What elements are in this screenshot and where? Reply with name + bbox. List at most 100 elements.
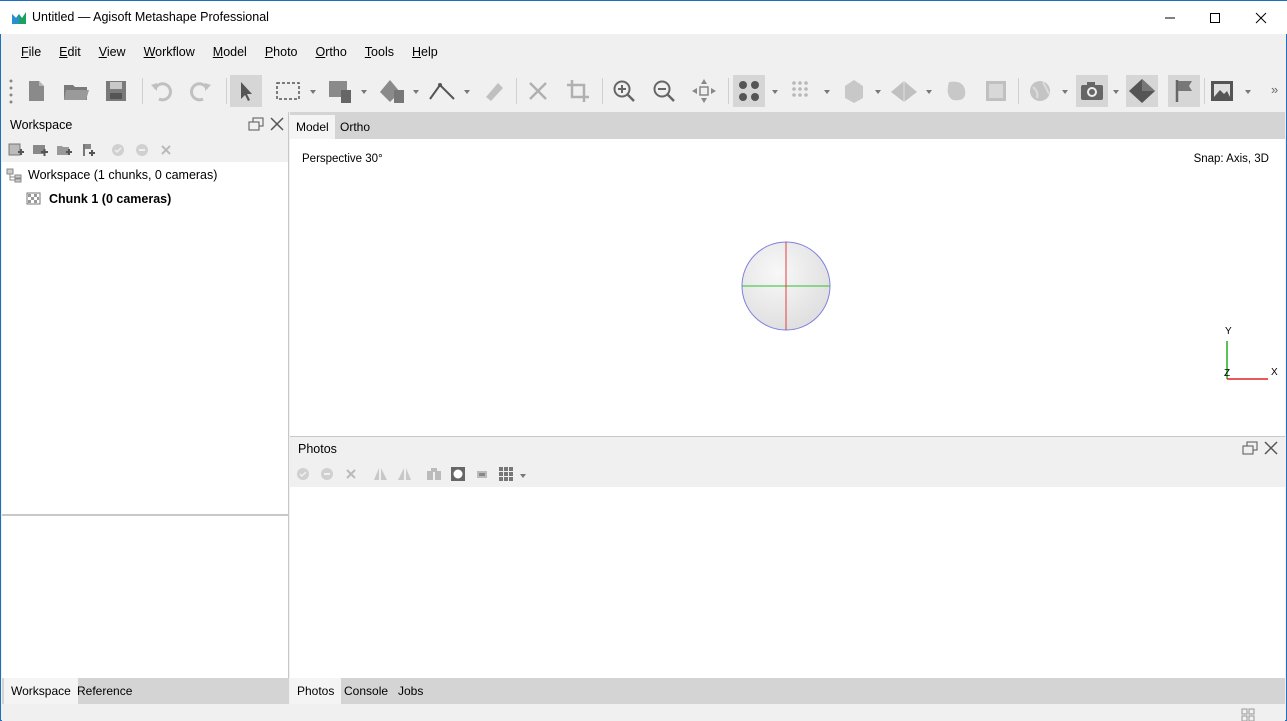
save-icon bbox=[106, 81, 126, 101]
delete-selection-button[interactable] bbox=[522, 75, 554, 107]
toolbar-grip-icon[interactable] bbox=[8, 78, 14, 104]
add-folder-icon[interactable] bbox=[56, 142, 72, 158]
show-dem-button[interactable] bbox=[980, 75, 1012, 107]
tab-console[interactable]: Console bbox=[337, 678, 395, 704]
chevron-down-icon[interactable] bbox=[519, 472, 527, 480]
close-panel-icon[interactable] bbox=[270, 117, 284, 131]
photos-tabbar: Photos Console Jobs bbox=[290, 678, 1285, 704]
trackball-sphere[interactable] bbox=[740, 240, 832, 332]
rectangle-selection-button[interactable] bbox=[272, 75, 304, 107]
show-texture-button[interactable] bbox=[940, 75, 972, 107]
add-marker-icon[interactable] bbox=[80, 142, 96, 158]
tab-model[interactable]: Model bbox=[290, 115, 335, 139]
navigation-button[interactable] bbox=[230, 75, 262, 107]
show-tiled-model-button[interactable] bbox=[838, 75, 870, 107]
chevron-down-icon[interactable] bbox=[309, 88, 317, 96]
model-viewport[interactable]: Perspective 30° Snap: Axis, 3D Y X Z bbox=[290, 139, 1285, 436]
chevron-down-icon[interactable] bbox=[412, 88, 420, 96]
show-region-button[interactable] bbox=[1126, 75, 1158, 107]
title-bar: Untitled — Agisoft Metashape Professiona… bbox=[0, 0, 1287, 34]
chevron-down-icon[interactable] bbox=[1061, 88, 1069, 96]
toolbar-separator bbox=[142, 78, 143, 104]
minimize-button[interactable] bbox=[1147, 1, 1193, 35]
menu-tools[interactable]: Tools bbox=[356, 34, 403, 70]
show-image-icon[interactable] bbox=[450, 466, 466, 482]
reset-view-button[interactable] bbox=[688, 75, 720, 107]
menu-ortho[interactable]: Ortho bbox=[307, 34, 356, 70]
shape-tool-button[interactable] bbox=[376, 75, 408, 107]
remove-icon[interactable] bbox=[343, 466, 359, 482]
maximize-button[interactable] bbox=[1192, 1, 1238, 35]
menu-photo[interactable]: Photo bbox=[256, 34, 307, 70]
chevron-down-icon[interactable] bbox=[874, 88, 882, 96]
show-points-button[interactable] bbox=[733, 75, 765, 107]
chevron-down-icon[interactable] bbox=[463, 88, 471, 96]
undock-icon[interactable] bbox=[1242, 441, 1258, 455]
resize-grip-icon[interactable] bbox=[1240, 707, 1256, 721]
chevron-down-icon[interactable] bbox=[1112, 88, 1120, 96]
enable-icon[interactable] bbox=[110, 142, 126, 158]
workspace-tree-root[interactable]: Workspace (1 chunks, 0 cameras) bbox=[6, 164, 217, 186]
toolbar-separator bbox=[226, 78, 227, 104]
show-images-button[interactable] bbox=[1206, 75, 1238, 107]
show-model-button[interactable] bbox=[888, 75, 920, 107]
crop-selection-button[interactable] bbox=[562, 75, 594, 107]
workspace-tree-icon bbox=[6, 168, 22, 183]
enable-icon[interactable] bbox=[295, 466, 311, 482]
close-window-button[interactable] bbox=[1238, 1, 1284, 35]
menu-view[interactable]: View bbox=[90, 34, 135, 70]
undo-button[interactable] bbox=[145, 75, 177, 107]
reset-view-icon bbox=[692, 79, 716, 103]
axis-z-label: Z bbox=[1224, 368, 1230, 379]
menu-file[interactable]: File bbox=[12, 34, 50, 70]
ruler-button[interactable] bbox=[426, 75, 458, 107]
minimize-icon bbox=[1165, 17, 1175, 19]
photos-list[interactable] bbox=[290, 487, 1285, 679]
menu-workflow[interactable]: Workflow bbox=[135, 34, 204, 70]
workspace-tree-chunk[interactable]: Chunk 1 (0 cameras) bbox=[26, 188, 171, 210]
panel-splitter[interactable] bbox=[2, 514, 289, 516]
save-button[interactable] bbox=[100, 75, 132, 107]
draw-polygon-button[interactable] bbox=[324, 75, 356, 107]
show-cameras-button[interactable] bbox=[1076, 75, 1108, 107]
chevron-down-icon[interactable] bbox=[823, 88, 831, 96]
tab-ortho[interactable]: Ortho bbox=[334, 115, 376, 139]
view-mode-icon[interactable] bbox=[498, 466, 514, 482]
chevron-down-icon[interactable] bbox=[1244, 88, 1252, 96]
add-chunk-icon[interactable] bbox=[8, 142, 24, 158]
add-photos-icon[interactable] bbox=[32, 142, 48, 158]
redo-button[interactable] bbox=[185, 75, 217, 107]
chevron-down-icon[interactable] bbox=[771, 88, 779, 96]
chevron-down-icon[interactable] bbox=[360, 88, 368, 96]
show-dense-cloud-button[interactable] bbox=[786, 75, 818, 107]
workspace-toolbar bbox=[2, 138, 288, 162]
window-title: Untitled — Agisoft Metashape Professiona… bbox=[32, 10, 269, 24]
tab-workspace[interactable]: Workspace bbox=[4, 678, 78, 704]
tab-jobs[interactable]: Jobs bbox=[391, 678, 430, 704]
open-button[interactable] bbox=[60, 75, 92, 107]
undock-icon[interactable] bbox=[248, 117, 264, 131]
toolbar-overflow-button[interactable]: » bbox=[1271, 82, 1278, 97]
marker-button[interactable] bbox=[478, 75, 510, 107]
rotate-left-icon[interactable] bbox=[372, 466, 388, 482]
zoom-out-button[interactable] bbox=[648, 75, 680, 107]
close-panel-icon[interactable] bbox=[1264, 441, 1278, 455]
remove-icon[interactable] bbox=[158, 142, 174, 158]
zoom-in-button[interactable] bbox=[608, 75, 640, 107]
show-cameras-globe-button[interactable] bbox=[1024, 75, 1056, 107]
show-images-icon bbox=[1211, 81, 1233, 101]
undo-icon bbox=[151, 82, 172, 102]
disable-icon[interactable] bbox=[319, 466, 335, 482]
menu-model[interactable]: Model bbox=[204, 34, 256, 70]
filter-by-markers-icon[interactable] bbox=[426, 466, 442, 482]
show-mask-icon[interactable] bbox=[474, 466, 490, 482]
disable-icon[interactable] bbox=[134, 142, 150, 158]
new-button[interactable] bbox=[20, 75, 52, 107]
menu-edit[interactable]: Edit bbox=[50, 34, 90, 70]
menu-help[interactable]: Help bbox=[403, 34, 447, 70]
tab-reference[interactable]: Reference bbox=[70, 678, 139, 704]
chevron-down-icon[interactable] bbox=[925, 88, 933, 96]
tab-photos[interactable]: Photos bbox=[290, 678, 342, 704]
rotate-right-icon[interactable] bbox=[396, 466, 412, 482]
show-markers-button[interactable] bbox=[1168, 75, 1200, 107]
